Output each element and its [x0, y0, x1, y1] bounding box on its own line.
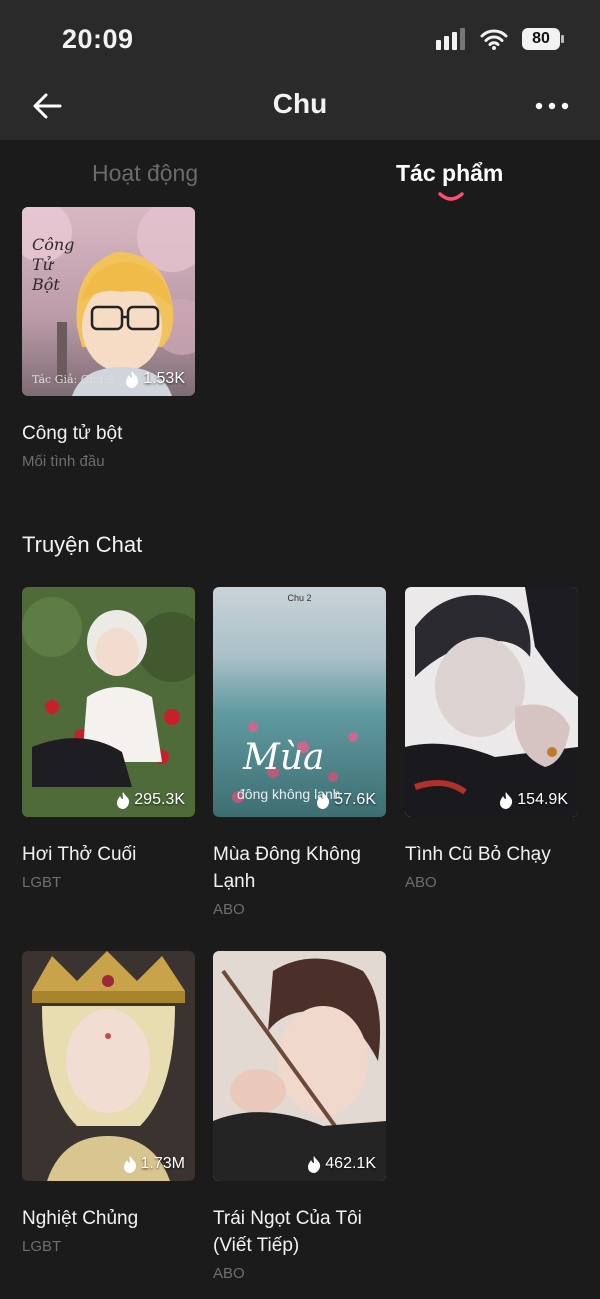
cover-image: [213, 587, 386, 817]
view-count: 1.73M: [123, 1155, 185, 1173]
chat-card[interactable]: 295.3K Hơi Thở Cuối LGBT: [22, 587, 195, 891]
cover-author: Chu 2: [287, 593, 312, 603]
status-icons: 80: [436, 28, 564, 50]
fire-icon: [500, 791, 513, 809]
view-count-value: 295.3K: [134, 791, 185, 808]
section-title: Truyện Chat: [22, 532, 143, 557]
wifi-icon: [480, 29, 508, 50]
chat-cover: 1.73M: [22, 951, 195, 1181]
more-options-icon[interactable]: [534, 96, 570, 116]
chat-card[interactable]: 154.9K Tình Cũ Bỏ Chạy ABO: [405, 587, 578, 891]
chat-cover: 295.3K: [22, 587, 195, 817]
chat-title: Mùa Đông Không Lạnh: [213, 844, 361, 892]
chat-cover: Chu 2 Mùa đông không lạnh 57.6K: [213, 587, 386, 817]
fire-icon: [117, 791, 130, 809]
view-count-value: 462.1K: [325, 1155, 376, 1172]
view-count: 57.6K: [316, 791, 376, 809]
work-title: Công tử bột: [22, 423, 123, 444]
signal-icon: [436, 28, 465, 50]
chat-title: Nghiệt Chủng: [22, 1208, 139, 1229]
work-tag: Mối tình đầu: [22, 453, 105, 470]
fire-icon: [308, 1155, 321, 1173]
status-time: 20:09: [62, 24, 134, 54]
view-count-value: 57.6K: [334, 791, 376, 808]
chat-card[interactable]: 462.1K Trái Ngọt Của Tôi (Viết Tiếp) ABO: [213, 951, 386, 1282]
work-cover: Công Tử Bột Tác Giả: Chu 2 1.53K: [22, 207, 195, 396]
cover-image: [22, 587, 195, 817]
fire-icon: [123, 1155, 136, 1173]
top-bar: 20:09 80 Chu: [0, 0, 600, 140]
fire-icon: [126, 370, 139, 388]
chat-tag: ABO: [405, 874, 437, 891]
chat-title: Tình Cũ Bỏ Chạy: [405, 844, 551, 865]
cover-author: Tác Giả: Chu 2: [32, 373, 114, 386]
tab-activity[interactable]: Hoạt động: [92, 160, 198, 187]
view-count: 154.9K: [499, 791, 568, 809]
cover-title: Công Tử Bột: [32, 235, 75, 294]
view-count-value: 1.53K: [143, 370, 185, 387]
chat-title: Hơi Thở Cuối: [22, 844, 137, 865]
view-count: 462.1K: [307, 1155, 376, 1173]
tab-works[interactable]: Tác phẩm: [396, 160, 503, 187]
chat-tag: LGBT: [22, 874, 62, 891]
view-count-value: 154.9K: [517, 791, 568, 808]
cover-image: [405, 587, 578, 817]
battery-icon: 80: [522, 28, 564, 50]
chat-cover: 462.1K: [213, 951, 386, 1181]
chat-title: Trái Ngọt Của Tôi (Viết Tiếp): [213, 1208, 362, 1256]
chat-cover: 154.9K: [405, 587, 578, 817]
view-count: 295.3K: [116, 791, 185, 809]
fire-icon: [317, 791, 330, 809]
chat-card[interactable]: Chu 2 Mùa đông không lạnh 57.6K Mùa Đông…: [213, 587, 386, 918]
cover-image: [22, 951, 195, 1181]
chat-card[interactable]: 1.73M Nghiệt Chủng LGBT: [22, 951, 195, 1255]
page-title: Chu: [272, 88, 328, 119]
chat-tag: LGBT: [22, 1238, 62, 1255]
view-count: 1.53K: [125, 370, 185, 388]
chat-tag: ABO: [213, 1265, 245, 1282]
view-count-value: 1.73M: [140, 1155, 185, 1172]
chat-tag: ABO: [213, 901, 245, 918]
active-tab-indicator: [438, 192, 464, 201]
cover-image: [213, 951, 386, 1181]
work-card[interactable]: Công Tử Bột Tác Giả: Chu 2 1.53K Công tử…: [22, 207, 195, 470]
cover-title: Mùa: [243, 737, 325, 778]
